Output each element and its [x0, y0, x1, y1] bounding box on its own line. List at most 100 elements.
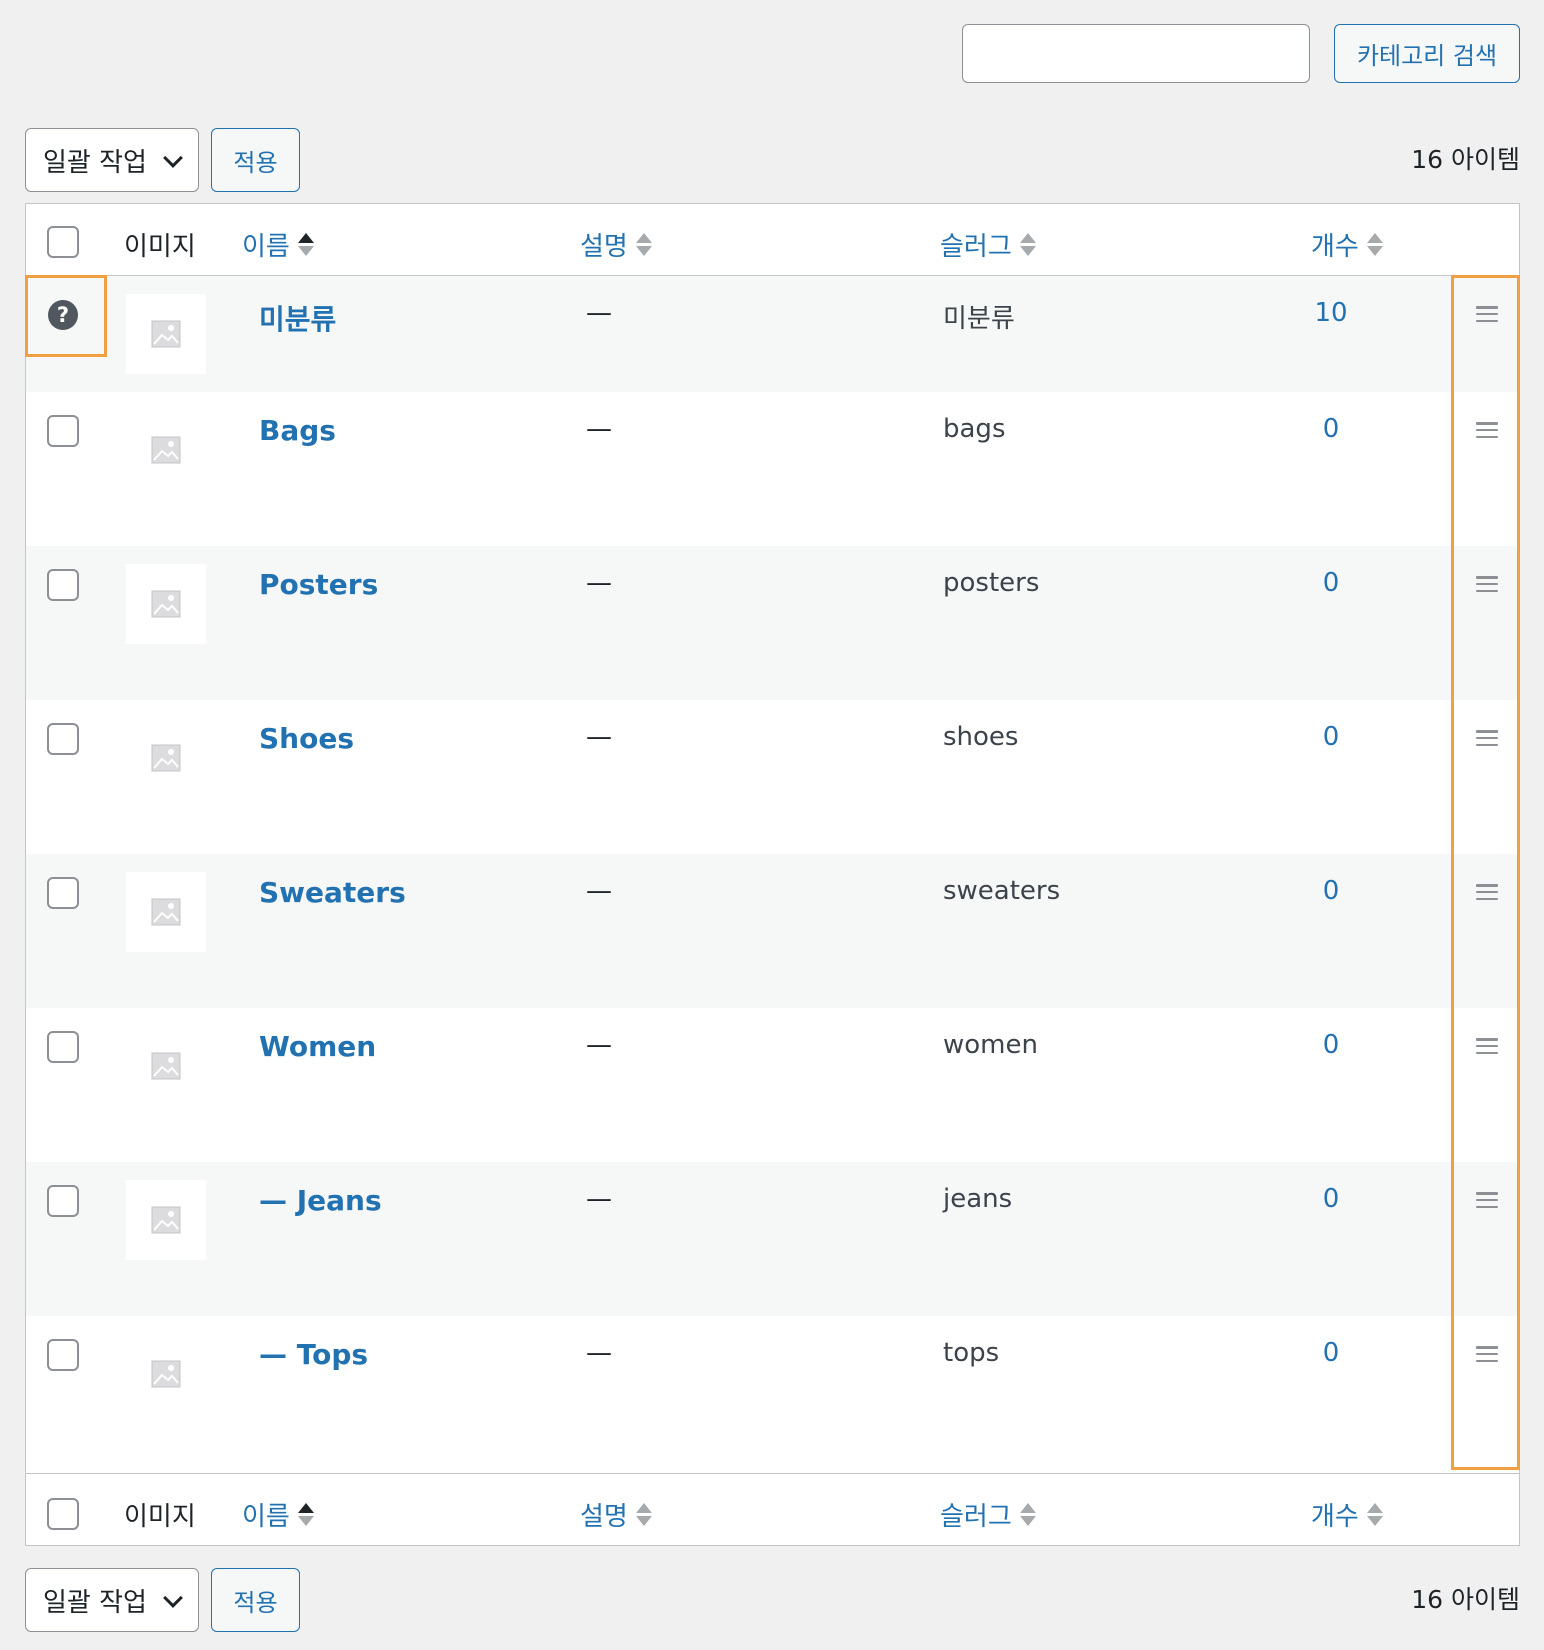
select-all-checkbox-footer[interactable] [47, 1498, 79, 1530]
category-name-link[interactable]: — Jeans [259, 1184, 382, 1217]
category-count-link[interactable]: 0 [1286, 568, 1376, 598]
drag-handle-icon[interactable] [1476, 1038, 1498, 1054]
column-footer-name-label: 이름 [242, 1502, 290, 1532]
bulk-action-select[interactable]: 일괄 작업 [25, 128, 199, 192]
category-name-link[interactable]: Posters [259, 568, 378, 601]
category-description: — [586, 722, 612, 752]
column-header-count[interactable]: 개수 [1311, 226, 1383, 263]
category-slug: sweaters [943, 876, 1061, 906]
column-footer-description-label: 설명 [580, 1502, 628, 1532]
category-name-link[interactable]: Bags [259, 414, 336, 447]
category-count-link[interactable]: 0 [1286, 1030, 1376, 1060]
search-categories-button[interactable]: 카테고리 검색 [1334, 24, 1520, 83]
category-description: — [586, 1338, 612, 1368]
table-footer: 이미지 이름 설명 슬러그 개수 [26, 1473, 1519, 1545]
column-footer-count[interactable]: 개수 [1311, 1496, 1383, 1533]
category-count-link[interactable]: 0 [1286, 1338, 1376, 1368]
column-footer-count-label: 개수 [1311, 1502, 1359, 1532]
placeholder-image-icon [126, 1026, 206, 1106]
select-all-checkbox[interactable] [47, 226, 79, 258]
table-row: — Jeans — jeans 0 [26, 1162, 1519, 1316]
drag-handle-icon[interactable] [1476, 1346, 1498, 1362]
tablenav-bottom: 일괄 작업 적용 16 아이템 [25, 1568, 1520, 1632]
drag-handle-icon[interactable] [1476, 422, 1498, 438]
table-row: Posters — posters 0 [26, 546, 1519, 700]
category-name-link[interactable]: Shoes [259, 722, 354, 755]
category-search-input[interactable] [962, 24, 1310, 83]
category-slug: women [943, 1030, 1038, 1060]
placeholder-image-icon [126, 294, 206, 374]
bulk-action-select-bottom[interactable]: 일괄 작업 [25, 1568, 199, 1632]
column-footer-description[interactable]: 설명 [580, 1496, 652, 1533]
drag-handle-icon[interactable] [1476, 884, 1498, 900]
column-header-slug-label: 슬러그 [940, 232, 1012, 262]
row-checkbox[interactable] [47, 415, 79, 447]
apply-button-bottom[interactable]: 적용 [211, 1568, 300, 1632]
sort-asc-icon [297, 233, 314, 256]
sort-icon [1366, 233, 1383, 256]
category-slug: tops [943, 1338, 1000, 1368]
category-slug: 미분류 [943, 304, 1015, 334]
category-count-link[interactable]: 0 [1286, 1184, 1376, 1214]
drag-handle-icon[interactable] [1476, 730, 1498, 746]
row-checkbox[interactable] [47, 877, 79, 909]
column-header-count-label: 개수 [1311, 232, 1359, 262]
column-footer-name[interactable]: 이름 [242, 1496, 314, 1533]
category-count-link[interactable]: 10 [1286, 298, 1376, 328]
category-slug: posters [943, 568, 1040, 598]
column-header-description[interactable]: 설명 [580, 226, 652, 263]
drag-handle-icon[interactable] [1476, 306, 1498, 322]
bulk-action-label: 일괄 작업 [43, 147, 147, 178]
category-slug: jeans [943, 1184, 1013, 1214]
chevron-down-icon [163, 1588, 183, 1608]
drag-handle-icon[interactable] [1476, 1192, 1498, 1208]
category-count-link[interactable]: 0 [1286, 722, 1376, 752]
table-row: Sweaters — sweaters 0 [26, 854, 1519, 1008]
items-count: 16 아이템 [1411, 145, 1520, 174]
placeholder-image-icon [126, 564, 206, 644]
row-checkbox[interactable] [47, 1031, 79, 1063]
category-name-link[interactable]: Women [259, 1030, 376, 1063]
column-footer-image: 이미지 [124, 1502, 196, 1532]
column-header-name[interactable]: 이름 [242, 226, 314, 263]
tablenav-top: 일괄 작업 적용 16 아이템 [25, 128, 1520, 192]
sort-icon [635, 1503, 652, 1526]
table-row: Women — women 0 [26, 1008, 1519, 1162]
column-header-description-label: 설명 [580, 232, 628, 262]
sort-icon [1366, 1503, 1383, 1526]
question-icon[interactable]: ? [48, 300, 78, 330]
category-description: — [586, 414, 612, 444]
column-footer-slug-label: 슬러그 [940, 1502, 1012, 1532]
items-count: 16 아이템 [1411, 1585, 1520, 1614]
column-header-slug[interactable]: 슬러그 [940, 226, 1036, 263]
row-checkbox[interactable] [47, 569, 79, 601]
category-name-link[interactable]: — Tops [259, 1338, 368, 1371]
sort-asc-icon [297, 1503, 314, 1526]
row-checkbox[interactable] [47, 1185, 79, 1217]
category-name-link[interactable]: Sweaters [259, 876, 406, 909]
table-row: ? 미분류 — 미분류 10 [26, 276, 1519, 392]
category-count-link[interactable]: 0 [1286, 876, 1376, 906]
placeholder-image-icon [126, 718, 206, 798]
drag-handle-icon[interactable] [1476, 576, 1498, 592]
placeholder-image-icon [126, 872, 206, 952]
table-row: — Tops — tops 0 [26, 1316, 1519, 1470]
category-description: — [586, 298, 612, 328]
apply-button[interactable]: 적용 [211, 128, 300, 192]
column-header-image: 이미지 [124, 232, 196, 262]
placeholder-image-icon [126, 410, 206, 490]
row-checkbox[interactable] [47, 723, 79, 755]
category-description: — [586, 568, 612, 598]
category-name-link[interactable]: 미분류 [259, 298, 336, 338]
sort-icon [1019, 233, 1036, 256]
bulk-action-label: 일괄 작업 [43, 1587, 147, 1618]
column-footer-slug[interactable]: 슬러그 [940, 1496, 1036, 1533]
table-header: 이미지 이름 설명 슬러그 개수 [26, 204, 1519, 276]
table-row: Bags — bags 0 [26, 392, 1519, 546]
categories-table: 이미지 이름 설명 슬러그 개수 ? 미분류 — 미분류 10 Bags — b… [25, 203, 1520, 1546]
placeholder-image-icon [126, 1334, 206, 1414]
placeholder-image-icon [126, 1180, 206, 1260]
table-row: Shoes — shoes 0 [26, 700, 1519, 854]
category-count-link[interactable]: 0 [1286, 414, 1376, 444]
row-checkbox[interactable] [47, 1339, 79, 1371]
